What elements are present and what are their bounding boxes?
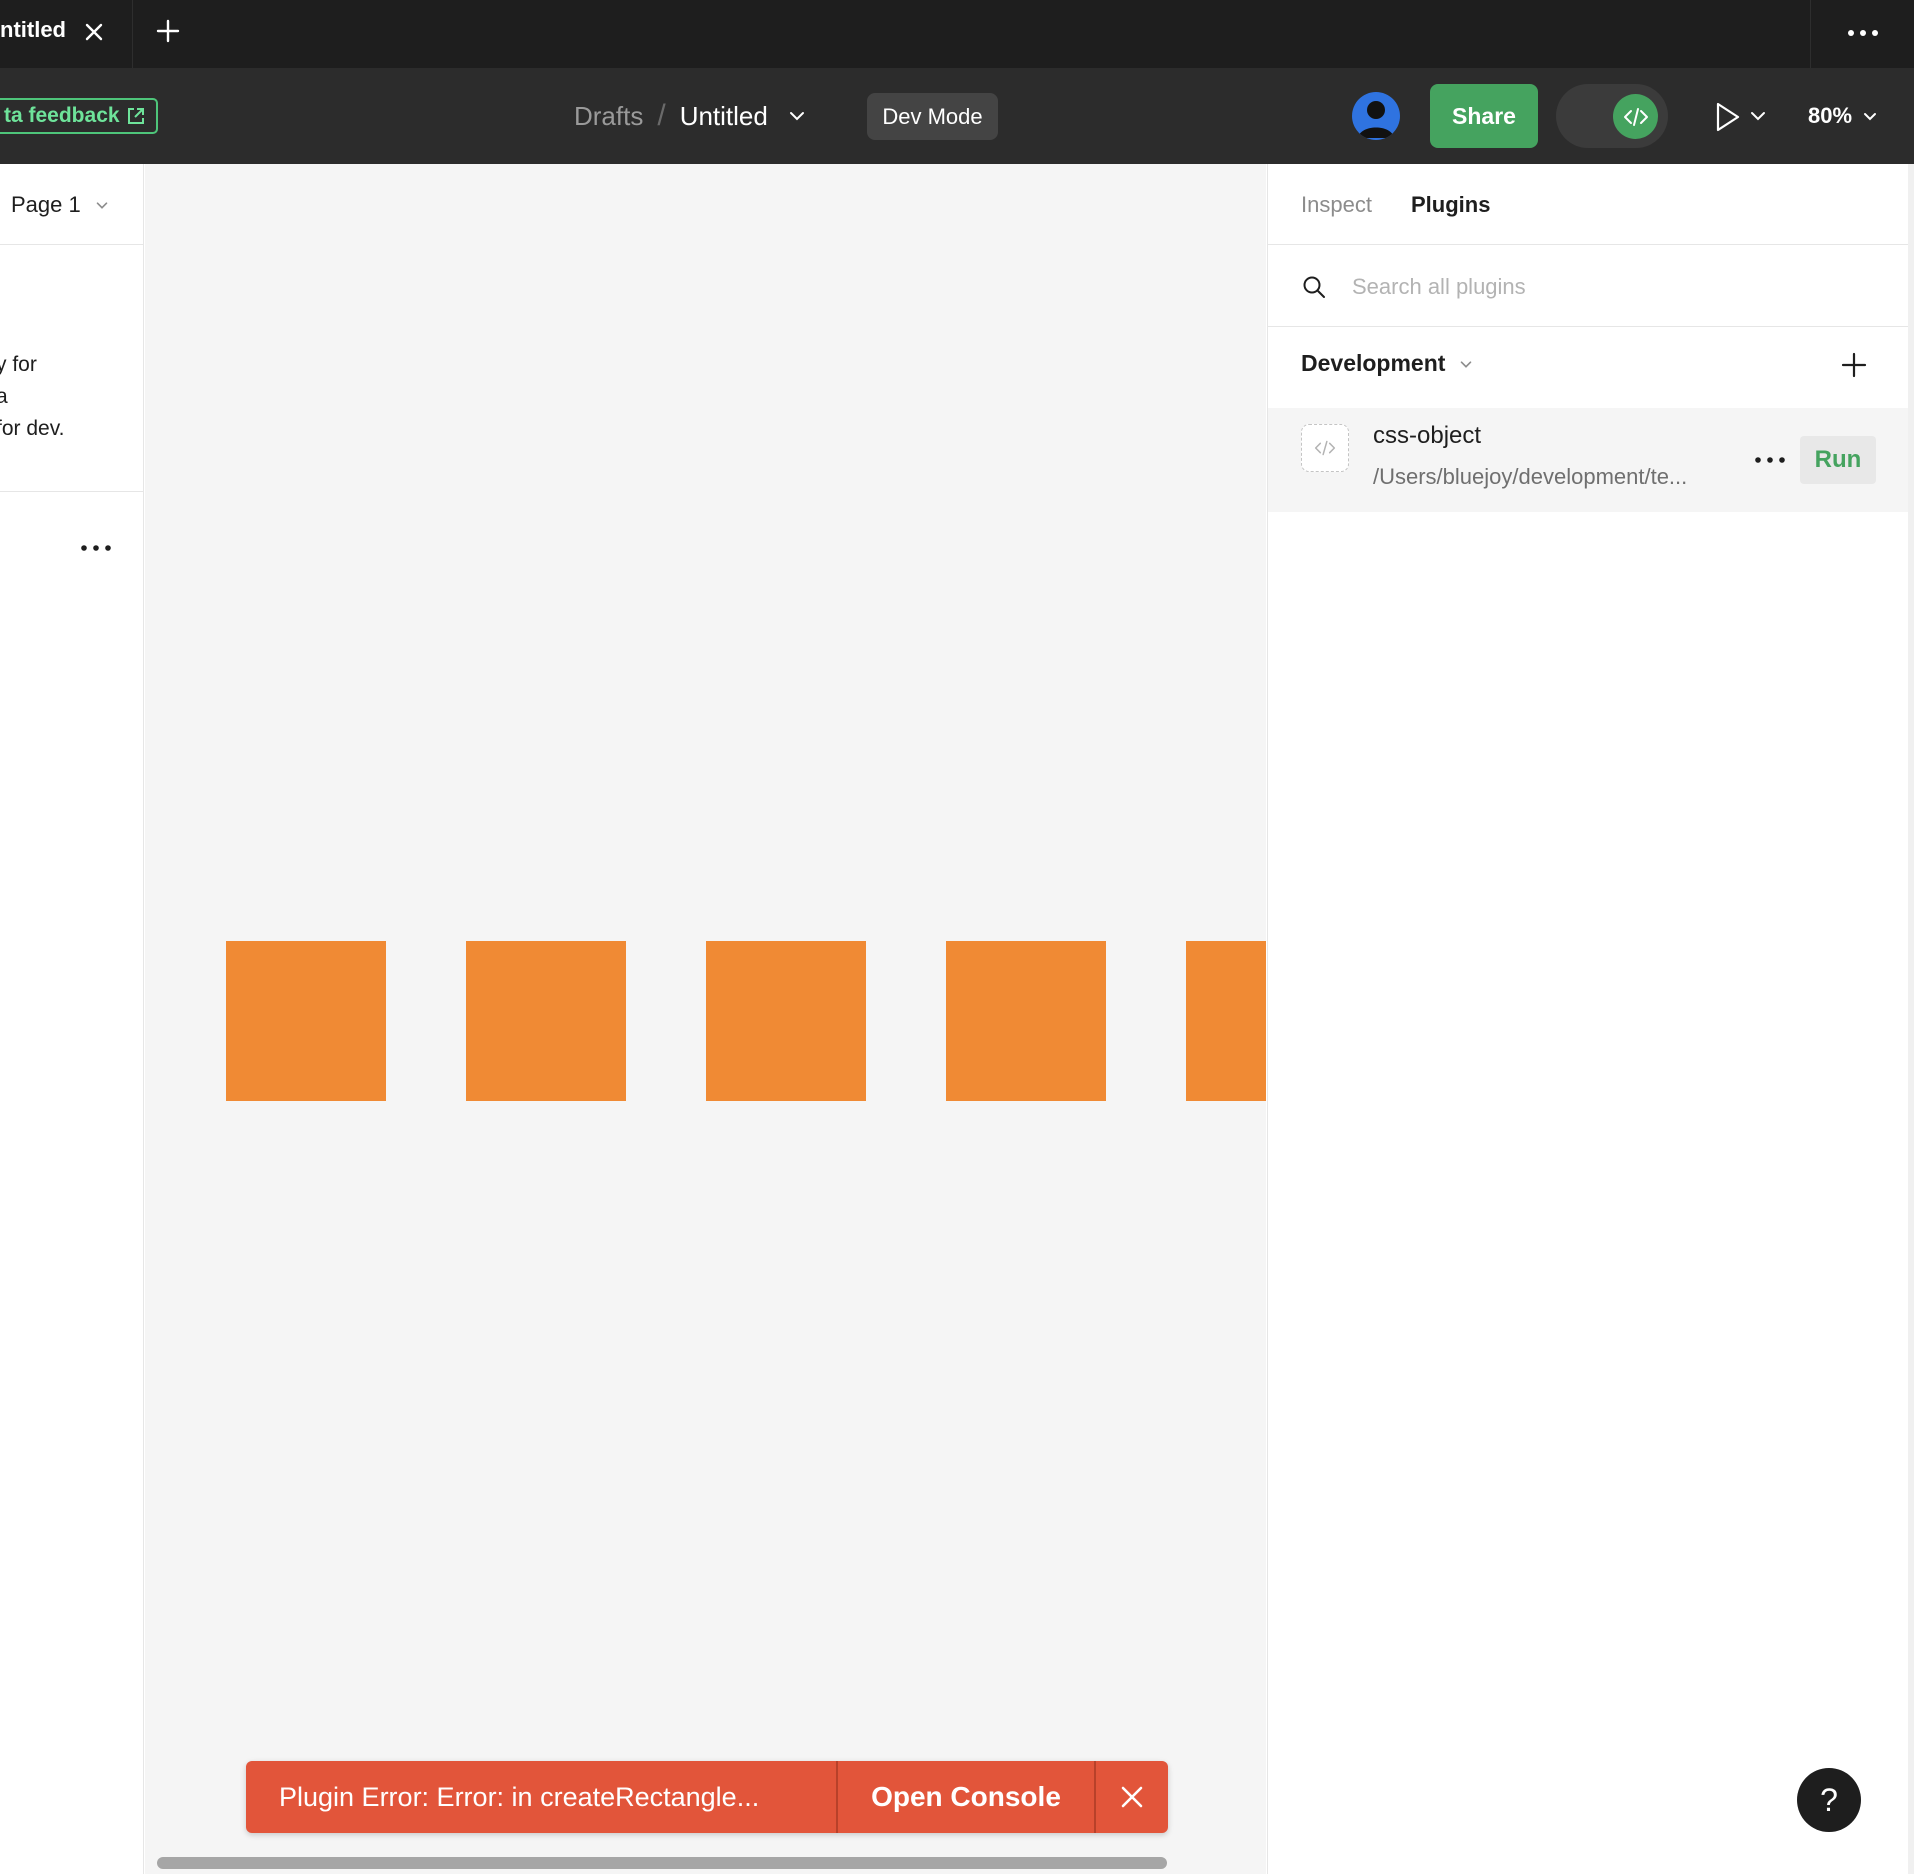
file-tab-title: ntitled [0,17,66,42]
dev-mode-notice: y for a for dev. [0,349,146,445]
window-edge [1908,164,1914,1874]
horizontal-scrollbar[interactable] [157,1857,1167,1869]
chevron-down-icon [1864,113,1877,121]
notice-line: a [0,385,8,408]
code-brackets-icon [1613,94,1658,139]
help-button[interactable]: ? [1797,1768,1861,1832]
orange-rectangle[interactable] [226,941,386,1101]
tab-plugins[interactable]: Plugins [1411,192,1490,218]
add-plugin-plus-icon[interactable] [1839,350,1869,380]
breadcrumb-separator: / [657,99,666,132]
play-icon [1716,102,1740,132]
user-avatar-icon [1358,101,1394,138]
plugin-path: /Users/bluejoy/development/te... [1373,464,1688,489]
development-section-toggle[interactable]: Development [1301,350,1475,377]
external-link-icon [127,108,144,124]
file-tab[interactable]: ntitled [0,0,133,68]
orange-rectangle[interactable] [466,941,626,1101]
orange-rectangle[interactable] [946,941,1106,1101]
divider [0,491,144,492]
divider [0,244,144,245]
error-message: Plugin Error: Error: in createRectangle.… [279,1781,760,1812]
notice-line: for dev. [0,417,65,440]
page-selector[interactable]: Page 1 [11,192,111,218]
left-panel: Page 1 y for a for dev. [0,164,144,1874]
zoom-control[interactable]: 80% [1808,98,1880,134]
close-toast-button[interactable] [1094,1761,1168,1833]
new-tab-plus-icon[interactable] [153,16,183,46]
chevron-down-icon [96,202,108,209]
canvas[interactable]: Plugin Error: Error: in createRectangle.… [145,164,1266,1874]
orange-rectangle[interactable] [706,941,866,1101]
tab-inspect[interactable]: Inspect [1301,192,1372,218]
breadcrumb-drafts[interactable]: Drafts [574,101,643,132]
zoom-level-value: 80% [1808,103,1853,128]
search-icon [1303,276,1325,298]
dev-mode-toggle[interactable] [1556,84,1668,148]
more-options-icon[interactable] [78,536,114,560]
share-button[interactable]: Share [1430,84,1538,148]
toolbar: ta feedback Drafts / Untitled Dev Mode S… [0,68,1914,164]
beta-feedback-label: ta feedback [4,104,120,127]
plugin-error-toast: Plugin Error: Error: in createRectangle.… [246,1761,1168,1833]
plugin-list-item[interactable]: css-object /Users/bluejoy/development/te… [1268,408,1909,512]
close-icon[interactable] [80,18,108,46]
more-options-icon[interactable] [1843,18,1883,48]
file-title[interactable]: Untitled [680,101,768,132]
right-panel: Inspect Plugins Development css-object /… [1267,164,1909,1874]
plugin-code-icon [1301,424,1349,472]
beta-feedback-button[interactable]: ta feedback [0,98,158,134]
orange-rectangle[interactable] [1186,941,1266,1101]
dev-mode-badge: Dev Mode [867,93,998,140]
page-name: Page 1 [11,192,81,217]
breadcrumb: Drafts / Untitled [574,98,808,134]
close-icon [1121,1786,1143,1808]
tab-bar: ntitled [0,0,1914,68]
panel-tabs: Inspect Plugins [1268,164,1909,245]
open-console-button[interactable]: Open Console [836,1761,1094,1833]
search-input[interactable] [1352,268,1872,306]
plugin-search [1268,246,1909,327]
chevron-down-icon[interactable] [786,105,808,127]
run-plugin-button[interactable]: Run [1800,436,1876,484]
tab-bar-menu-area [1810,0,1914,68]
notice-line: y for [0,353,37,376]
section-title: Development [1301,350,1446,376]
chevron-down-icon [1751,112,1765,121]
figma-window: ntitled ta feedback Drafts / Untitled De… [0,0,1914,1874]
plugin-name: css-object [1373,422,1482,449]
present-button[interactable] [1714,100,1770,134]
more-options-icon[interactable] [1752,448,1788,472]
chevron-down-icon [1461,360,1472,368]
avatar[interactable] [1352,92,1400,140]
